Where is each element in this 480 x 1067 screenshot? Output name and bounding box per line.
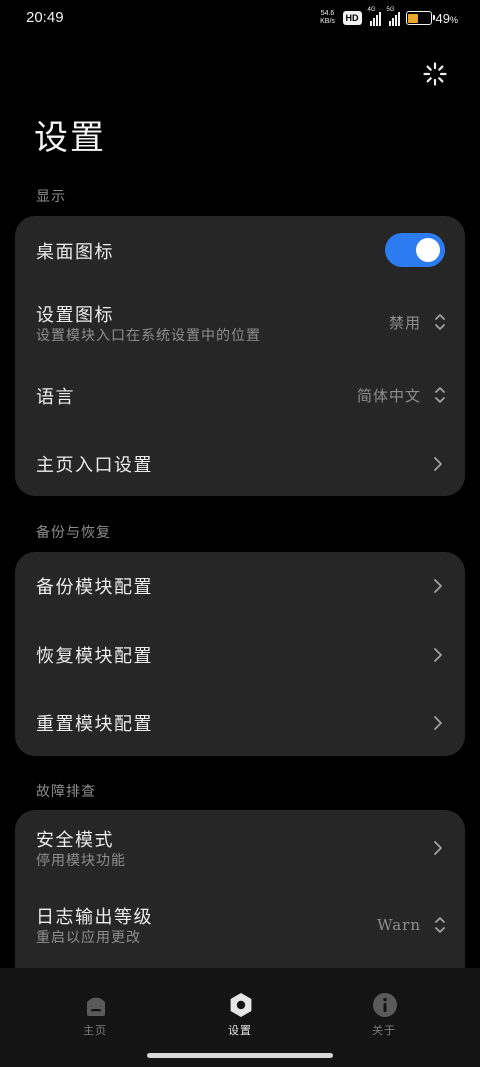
desktop-icon-title: 桌面图标 (36, 242, 114, 263)
safe-mode-row[interactable]: 安全模式 停用模块功能 (15, 810, 465, 886)
backup-config-row[interactable]: 备份模块配置 (15, 552, 465, 620)
signal-sim2-icon: 5G (386, 7, 400, 26)
settings-icon-row[interactable]: 设置图标 设置模块入口在系统设置中的位置 禁用 (15, 286, 465, 358)
settings-icon (230, 993, 252, 1017)
safe-mode-subtitle: 停用模块功能 (36, 853, 126, 869)
status-bar: 20:49 54.6 KB/s HD 4G 5G 49% (0, 0, 480, 40)
nav-item-about[interactable]: 关于 (324, 968, 444, 1048)
backup-config-title: 备份模块配置 (36, 577, 153, 598)
desktop-icon-row[interactable]: 桌面图标 (15, 216, 465, 284)
up-down-chevron-icon (435, 314, 445, 330)
network-speed: 54.6 KB/s (319, 10, 337, 26)
page-title: 设置 (34, 118, 106, 158)
language-title: 语言 (36, 387, 75, 408)
nav-item-settings[interactable]: 设置 (180, 968, 300, 1048)
loading-icon[interactable] (423, 62, 447, 86)
settings-icon-value: 禁用 (388, 314, 421, 332)
log-level-subtitle: 重启以应用更改 (36, 930, 141, 946)
settings-icon-title: 设置图标 (36, 305, 114, 326)
backup-card: 备份模块配置 恢复模块配置 重置模块配置 (15, 552, 465, 756)
signal-sim2-tag: 5G (386, 7, 395, 13)
log-level-value: Warn (377, 916, 421, 934)
status-icons: 54.6 KB/s HD 4G 5G 49% (319, 7, 458, 26)
status-time: 20:49 (26, 9, 64, 26)
log-level-title: 日志输出等级 (36, 907, 153, 928)
nav-label-settings: 设置 (228, 1024, 252, 1037)
language-value: 简体中文 (356, 387, 421, 405)
settings-icon-subtitle: 设置模块入口在系统设置中的位置 (36, 328, 261, 344)
network-speed-unit: KB/s (320, 18, 335, 25)
nav-item-home[interactable]: 主页 (35, 968, 155, 1048)
log-level-row[interactable]: 日志输出等级 重启以应用更改 Warn (15, 888, 465, 964)
nav-label-about: 关于 (372, 1024, 396, 1037)
section-label-troubleshoot: 故障排查 (36, 784, 96, 800)
chevron-right-icon (434, 579, 442, 593)
network-speed-value: 54.6 (320, 10, 335, 17)
section-label-display: 显示 (36, 189, 66, 205)
restore-config-row[interactable]: 恢复模块配置 (15, 620, 465, 688)
battery-fill (408, 13, 419, 23)
hd-voice-icon: HD (342, 11, 362, 25)
restore-config-title: 恢复模块配置 (36, 646, 153, 667)
signal-sim1-tag: 4G (367, 7, 376, 13)
chevron-right-icon (434, 716, 442, 730)
reset-config-row[interactable]: 重置模块配置 (15, 688, 465, 756)
desktop-icon-toggle[interactable] (385, 233, 445, 267)
info-icon (373, 993, 397, 1017)
home-indicator[interactable] (147, 1053, 333, 1058)
chevron-right-icon (434, 648, 442, 662)
section-label-backup: 备份与恢复 (36, 525, 111, 541)
chevron-right-icon (434, 457, 442, 471)
nav-label-home: 主页 (83, 1024, 107, 1037)
signal-sim1-icon: 4G (367, 7, 381, 26)
toggle-knob (416, 238, 440, 262)
up-down-chevron-icon (435, 917, 445, 933)
up-down-chevron-icon (435, 387, 445, 403)
home-entry-title: 主页入口设置 (36, 455, 153, 476)
safe-mode-title: 安全模式 (36, 830, 114, 851)
battery-indicator: 49% (405, 10, 458, 26)
battery-icon (405, 11, 435, 25)
chevron-right-icon (434, 841, 442, 855)
display-card: 桌面图标 设置图标 设置模块入口在系统设置中的位置 禁用 语言 简体中文 主页入… (15, 216, 465, 496)
home-icon (87, 997, 105, 1016)
reset-config-title: 重置模块配置 (36, 714, 153, 735)
language-row[interactable]: 语言 简体中文 (15, 360, 465, 428)
home-entry-row[interactable]: 主页入口设置 (15, 428, 465, 496)
battery-percent: 49% (435, 10, 458, 26)
